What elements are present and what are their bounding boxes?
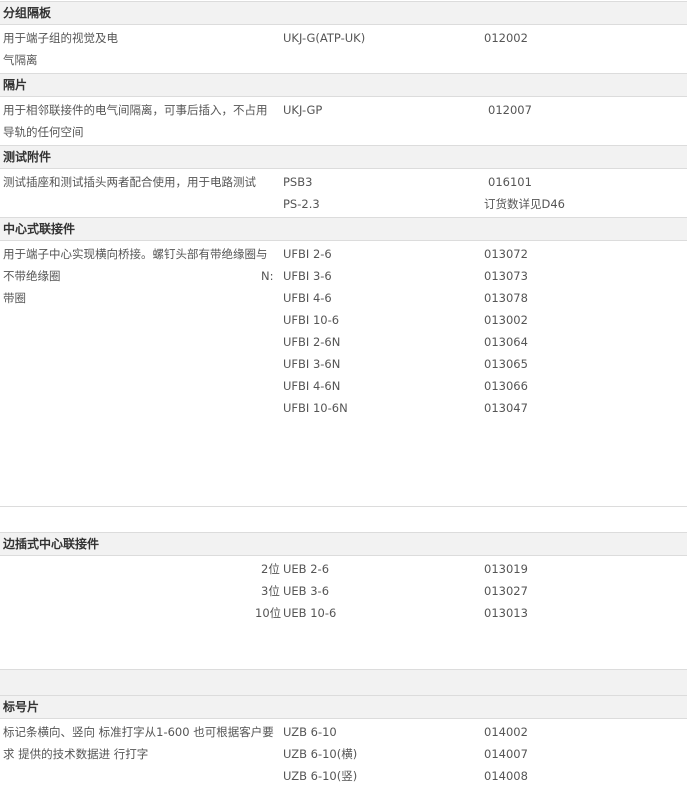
order-code: 013047 (484, 401, 528, 415)
order-code: 012002 (484, 31, 528, 45)
order-code: 013002 (484, 313, 528, 327)
description-line: 标记条横向、竖向 标准打字从1-600 也可根据客户要 (3, 725, 274, 739)
order-code: 013013 (484, 606, 528, 620)
section-title: 隔片 (3, 78, 28, 92)
section-header-marker-strip: 标号片 (0, 695, 687, 719)
model-number: UEB 10-6 (283, 606, 337, 620)
model-number: PS-2.3 (283, 197, 320, 211)
description-line: 导轨的任何空间 (3, 125, 84, 139)
order-code: 012007 (488, 103, 532, 117)
section-header-center-bridge: 中心式联接件 (0, 217, 687, 241)
model-number: UFBI 2-6 (283, 247, 332, 261)
order-code: 013078 (484, 291, 528, 305)
model-prefix: 3位 (261, 584, 280, 598)
section-title: 测试附件 (3, 150, 52, 164)
description-line: 带圈 (3, 291, 26, 305)
order-code: 013072 (484, 247, 528, 261)
section-title: 分组隔板 (3, 6, 52, 20)
model-number: PSB3 (283, 175, 313, 189)
description-line: 测试插座和测试插头两者配合使用，用于电路测试 (3, 175, 256, 189)
section-title: 边插式中心联接件 (3, 537, 100, 551)
description-line: 用于端子中心实现横向桥接。螺钉头部有带绝缘圈与 (3, 247, 268, 261)
order-code: 014007 (484, 747, 528, 761)
section-title: 标号片 (3, 700, 40, 714)
description-line: 用于端子组的视觉及电 (3, 31, 118, 45)
model-number: UFBI 2-6N (283, 335, 341, 349)
model-number: UFBI 3-6 (283, 269, 332, 283)
model-prefix: 2位 (261, 562, 280, 576)
order-code: 013065 (484, 357, 528, 371)
model-number: UKJ-G(ATP-UK) (283, 31, 366, 45)
model-number: UFBI 10-6N (283, 401, 348, 415)
order-code: 013073 (484, 269, 528, 283)
order-code: 013064 (484, 335, 528, 349)
section-header-spacer: 隔片 (0, 73, 687, 97)
section-divider (0, 506, 687, 507)
model-number: UEB 3-6 (283, 584, 330, 598)
model-number: UFBI 3-6N (283, 357, 341, 371)
model-number: UFBI 4-6 (283, 291, 332, 305)
description-line: 不带绝缘圈 (3, 269, 61, 283)
model-number: UFBI 10-6 (283, 313, 340, 327)
description-line: 求 提供的技术数据进 行打字 (3, 747, 149, 761)
section-header-grouping-partition: 分组隔板 (0, 1, 687, 25)
model-number: UKJ-GP (283, 103, 323, 117)
order-code: 013066 (484, 379, 528, 393)
order-code: 订货数详见D46 (484, 197, 565, 211)
model-prefix: 10位 (255, 606, 282, 620)
order-code: 014008 (484, 769, 528, 783)
blank-band (0, 669, 687, 695)
model-number: UZB 6-10 (283, 725, 337, 739)
order-code: 014002 (484, 725, 528, 739)
description-line: 气隔离 (3, 53, 38, 67)
model-number: UEB 2-6 (283, 562, 330, 576)
model-number: UZB 6-10(横) (283, 747, 358, 761)
model-prefix: N: (261, 269, 274, 283)
section-header-test-accessories: 测试附件 (0, 145, 687, 169)
section-header-side-bridge: 边插式中心联接件 (0, 532, 687, 556)
order-code: 013027 (484, 584, 528, 598)
order-code: 013019 (484, 562, 528, 576)
description-line: 用于相邻联接件的电气间隔离，可事后插入，不占用 (3, 103, 268, 117)
section-title: 中心式联接件 (3, 222, 76, 236)
order-code: 016101 (488, 175, 532, 189)
model-number: UFBI 4-6N (283, 379, 341, 393)
model-number: UZB 6-10(竖) (283, 769, 358, 783)
